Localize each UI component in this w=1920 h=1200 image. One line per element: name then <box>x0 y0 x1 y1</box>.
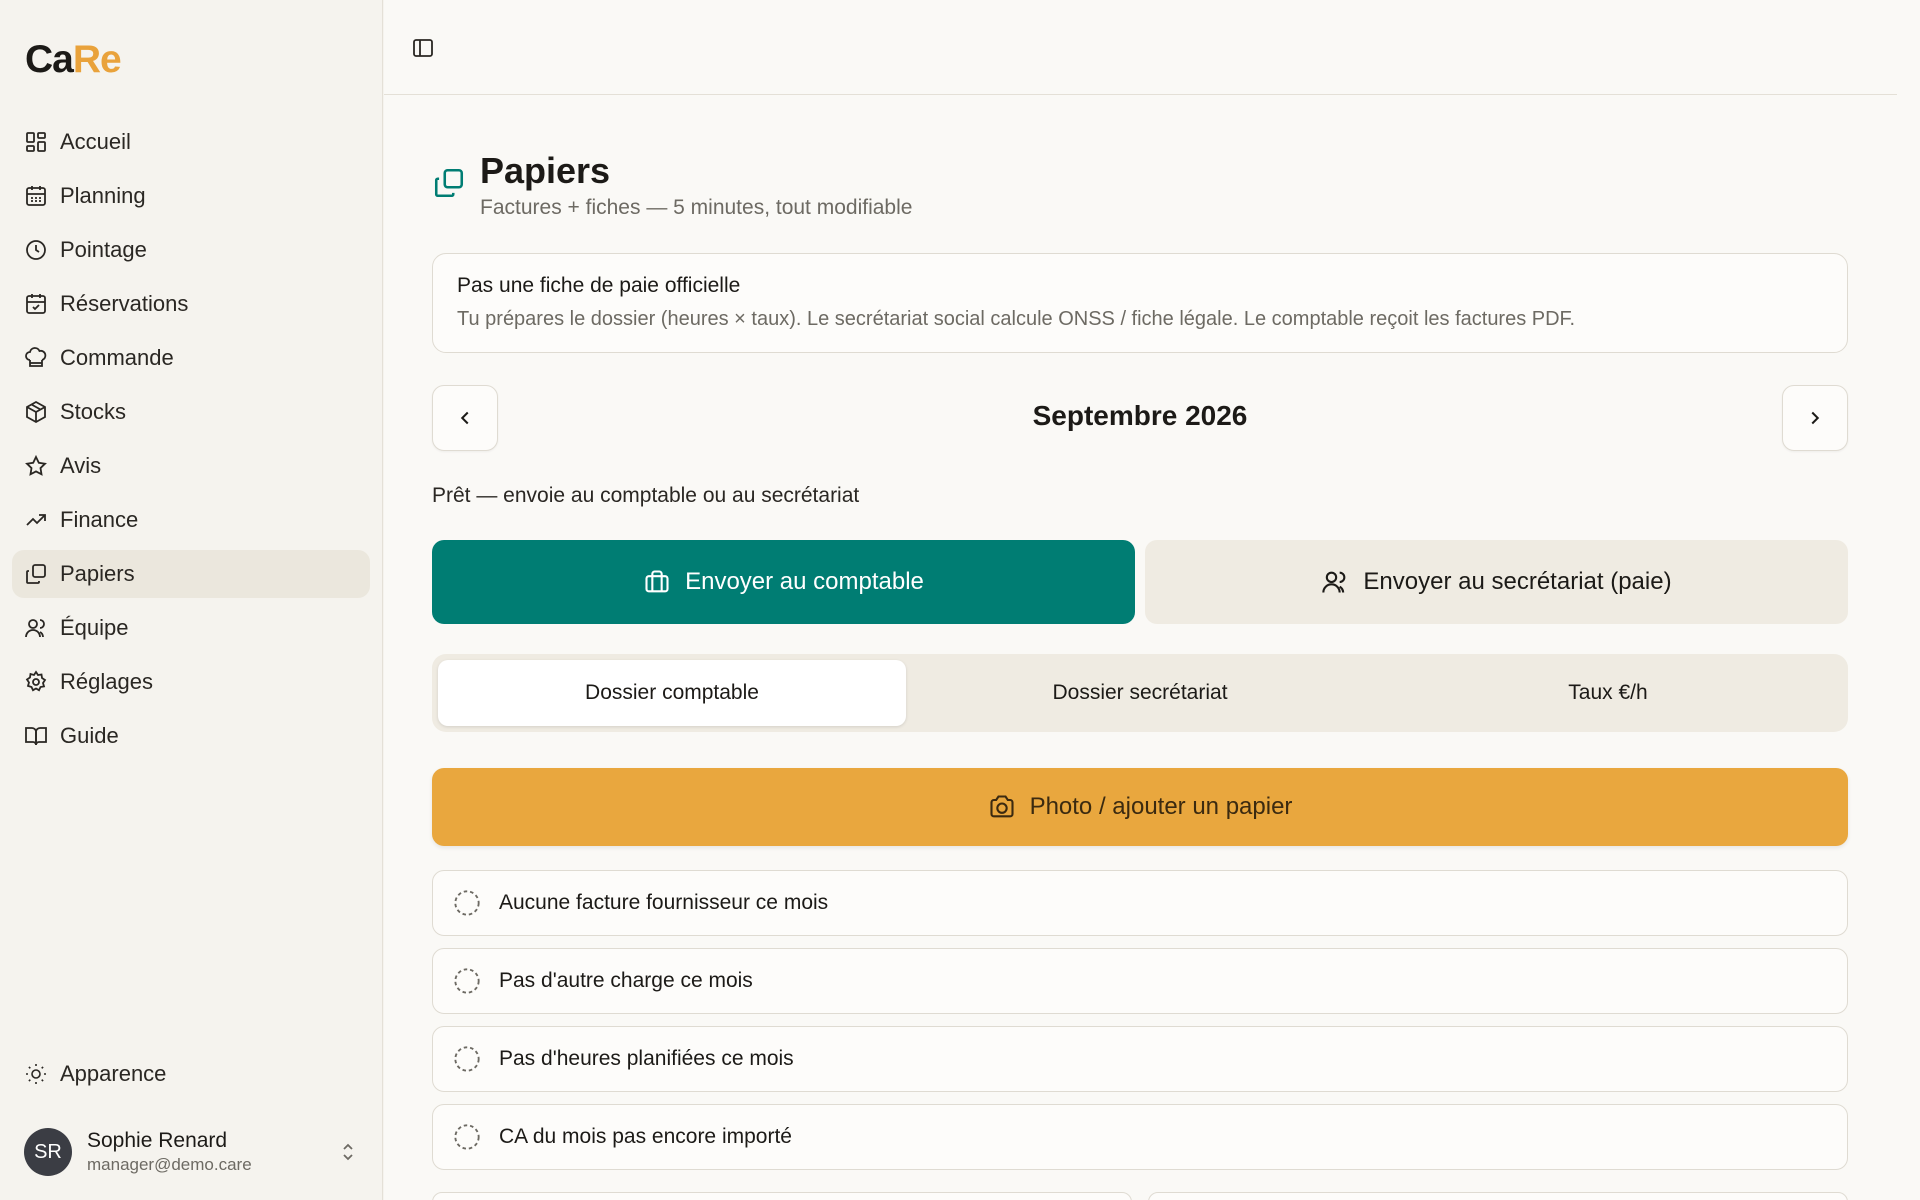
chevrons-up-down-icon <box>343 1143 353 1161</box>
sidebar-item-accueil[interactable]: Accueil <box>12 118 370 166</box>
dossier-tabs: Dossier comptable Dossier secrétariat Ta… <box>432 654 1848 732</box>
sidebar-item-avis[interactable]: Avis <box>12 442 370 490</box>
dashed-circle-icon <box>453 1045 481 1073</box>
copy-icon <box>24 562 48 586</box>
appearance-label: Apparence <box>60 1061 167 1086</box>
clock-icon <box>24 238 48 262</box>
sidebar-item-label: Guide <box>60 723 119 748</box>
logo-part-2: Re <box>72 38 122 81</box>
book-icon <box>24 724 48 748</box>
more-cards <box>432 1192 1848 1200</box>
list-item[interactable]: Aucune facture fournisseur ce mois <box>432 870 1848 936</box>
sidebar-item-label: Pointage <box>60 237 147 262</box>
send-accountant-button[interactable]: Envoyer au comptable <box>432 540 1135 624</box>
user-menu[interactable]: SR Sophie Renard manager@demo.care <box>24 1126 360 1178</box>
logo-part-1: Ca <box>25 38 74 81</box>
gear-icon <box>24 670 48 694</box>
notice-title: Pas une fiche de paie officielle <box>457 274 741 297</box>
notice-text: Tu prépares le dossier (heures × taux). … <box>457 308 1576 330</box>
sidebar-item-equipe[interactable]: Équipe <box>12 604 370 652</box>
list-item[interactable]: CA du mois pas encore importé <box>432 1104 1848 1170</box>
sidebar-item-stocks[interactable]: Stocks <box>12 388 370 436</box>
page-header: Papiers Factures + fiches — 5 minutes, t… <box>432 150 1432 230</box>
dashboard-icon <box>24 130 48 154</box>
sidebar-item-guide[interactable]: Guide <box>12 712 370 760</box>
users-icon <box>1321 568 1349 596</box>
list-item[interactable]: Pas d'heures planifiées ce mois <box>432 1026 1848 1092</box>
sidebar-item-label: Finance <box>60 507 139 532</box>
sidebar-item-reglages[interactable]: Réglages <box>12 658 370 706</box>
page-subtitle: Factures + fiches — 5 minutes, tout modi… <box>480 196 913 219</box>
list-item-label: Pas d'autre charge ce mois <box>499 969 753 992</box>
sun-icon <box>24 1062 48 1086</box>
add-paper-button[interactable]: Photo / ajouter un papier <box>432 768 1848 846</box>
star-icon <box>24 454 48 478</box>
sidebar-item-label: Papiers <box>60 561 135 586</box>
logo[interactable]: CaRe <box>25 38 122 82</box>
sidebar-item-finance[interactable]: Finance <box>12 496 370 544</box>
avatar: SR <box>24 1128 72 1176</box>
tab-dossier-secretariat[interactable]: Dossier secrétariat <box>906 660 1374 726</box>
main-content: Papiers Factures + fiches — 5 minutes, t… <box>384 0 1920 1200</box>
list-item-label: CA du mois pas encore importé <box>499 1125 792 1148</box>
sidebar-nav: Accueil Planning Pointage Réservations C… <box>12 118 370 766</box>
list-item-label: Pas d'heures planifiées ce mois <box>499 1047 794 1070</box>
sidebar-item-label: Réglages <box>60 669 153 694</box>
current-month: Septembre 2026 <box>1032 400 1248 431</box>
next-month-button[interactable] <box>1782 385 1848 451</box>
add-paper-label: Photo / ajouter un papier <box>1029 793 1293 820</box>
calendar-check-icon <box>24 292 48 316</box>
send-secretariat-label: Envoyer au secrétariat (paie) <box>1363 568 1672 595</box>
sidebar: CaRe Accueil Planning Pointage Réservati… <box>0 0 383 1200</box>
top-bar <box>384 0 1897 95</box>
status-text: Prêt — envoie au comptable ou au secréta… <box>432 484 860 507</box>
month-navigator: Septembre 2026 <box>432 385 1848 451</box>
package-icon <box>24 400 48 424</box>
tab-taux[interactable]: Taux €/h <box>1374 660 1842 726</box>
tab-dossier-comptable[interactable]: Dossier comptable <box>438 660 906 726</box>
sidebar-item-label: Avis <box>60 453 102 478</box>
info-notice: Pas une fiche de paie officielle Tu prép… <box>432 253 1848 353</box>
copy-icon <box>434 168 464 198</box>
camera-icon <box>988 793 1016 821</box>
user-info: Sophie Renard manager@demo.care <box>87 1129 336 1175</box>
chef-hat-icon <box>24 346 48 370</box>
page-title: Papiers <box>480 150 611 191</box>
chevron-right-icon <box>1811 411 1820 425</box>
list-item[interactable]: Pas d'autre charge ce mois <box>432 948 1848 1014</box>
users-icon <box>24 616 48 640</box>
sidebar-item-label: Accueil <box>60 129 131 154</box>
sidebar-item-reservations[interactable]: Réservations <box>12 280 370 328</box>
sidebar-item-commande[interactable]: Commande <box>12 334 370 382</box>
appearance-toggle[interactable]: Apparence <box>12 1050 370 1098</box>
send-accountant-label: Envoyer au comptable <box>685 568 924 595</box>
checklist: Aucune facture fournisseur ce mois Pas d… <box>432 870 1848 1182</box>
calendar-icon <box>24 184 48 208</box>
sidebar-toggle-icon[interactable] <box>411 36 435 60</box>
user-name: Sophie Renard <box>87 1129 228 1152</box>
dashed-circle-icon <box>453 967 481 995</box>
send-secretariat-button[interactable]: Envoyer au secrétariat (paie) <box>1145 540 1848 624</box>
dashed-circle-icon <box>453 889 481 917</box>
dashed-circle-icon <box>453 1123 481 1151</box>
briefcase-icon <box>643 568 671 596</box>
sidebar-item-label: Équipe <box>60 615 129 640</box>
trending-up-icon <box>24 508 48 532</box>
user-email: manager@demo.care <box>87 1155 252 1174</box>
sidebar-item-label: Commande <box>60 345 174 370</box>
card-partial <box>432 1192 1132 1200</box>
sidebar-item-pointage[interactable]: Pointage <box>12 226 370 274</box>
sidebar-item-papiers[interactable]: Papiers <box>12 550 370 598</box>
sidebar-item-planning[interactable]: Planning <box>12 172 370 220</box>
sidebar-item-label: Stocks <box>60 399 127 424</box>
list-item-label: Aucune facture fournisseur ce mois <box>499 891 829 914</box>
card-partial <box>1148 1192 1848 1200</box>
sidebar-item-label: Planning <box>60 183 146 208</box>
sidebar-item-label: Réservations <box>60 291 189 316</box>
send-actions: Envoyer au comptable Envoyer au secrétar… <box>432 540 1848 624</box>
